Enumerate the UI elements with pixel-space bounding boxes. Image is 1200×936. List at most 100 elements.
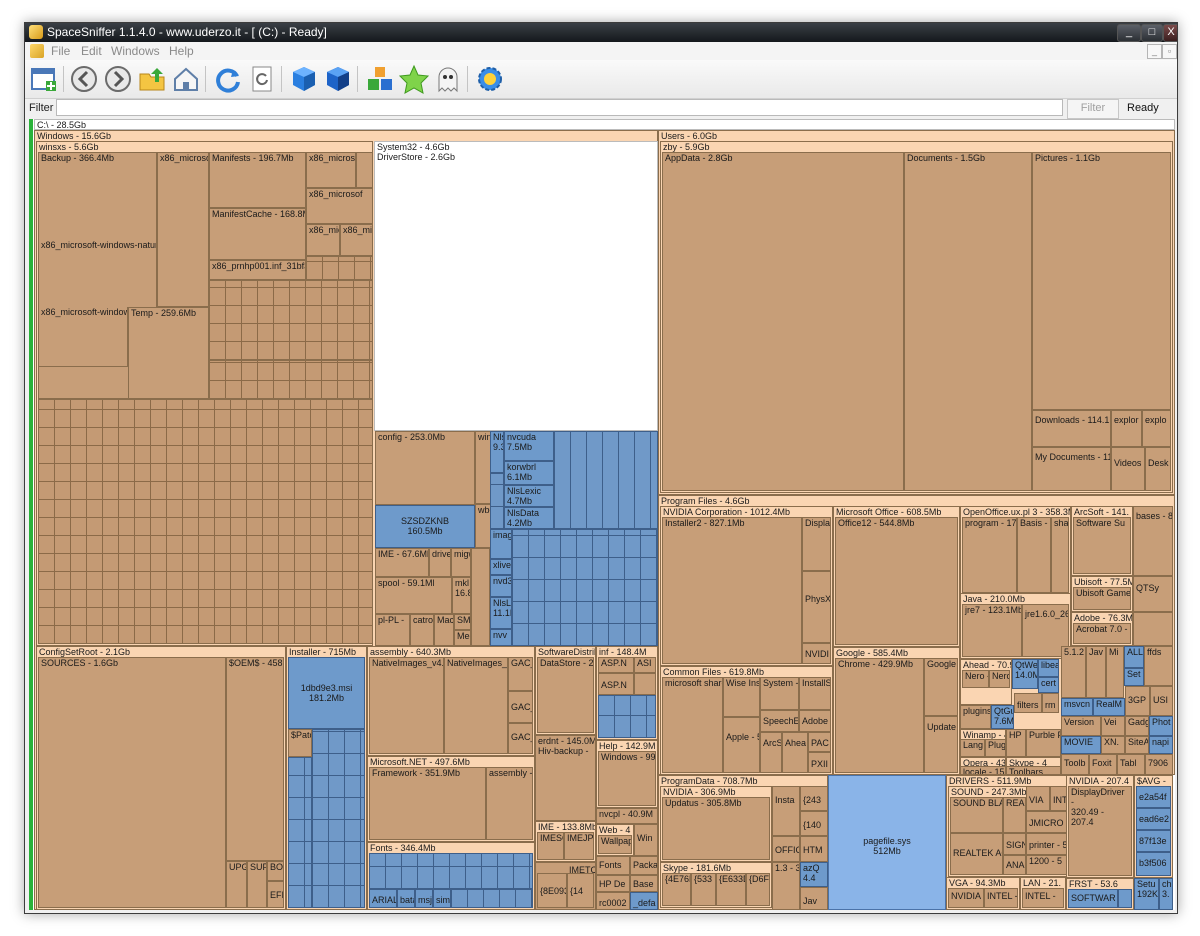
treemap-folder-microsoft-shared[interactable]: microsoft share	[662, 677, 723, 773]
treemap-folder-installer-pd[interactable]: Insta	[772, 786, 800, 836]
treemap-folder-1-3[interactable]: 1.3 - 3	[772, 862, 800, 910]
treemap-folder-ahead-common[interactable]: Ahea	[782, 732, 808, 773]
cube-icon[interactable]	[289, 64, 319, 94]
treemap-folder-jre7[interactable]: jre7 - 123.1Mb	[962, 604, 1022, 657]
treemap-folder-vga-nvidia[interactable]: NVIDIA -	[948, 888, 984, 908]
treemap-file-sims[interactable]: sims	[433, 889, 451, 908]
treemap-file-korwbrkr[interactable]: korwbrl 6.1Mb	[504, 461, 554, 485]
treemap-folder-gac[interactable]: GAC_	[508, 691, 533, 723]
minimize-button[interactable]: _	[1117, 24, 1141, 42]
treemap-folder-wise-installation[interactable]: Wise Inst	[723, 677, 760, 717]
treemap-file-nvv[interactable]: nvv	[490, 629, 512, 646]
treemap-folder-inf-misc[interactable]	[634, 673, 656, 695]
treemap-folder-datastore[interactable]: DataStore - 219.	[537, 657, 594, 733]
refresh-icon[interactable]	[213, 64, 243, 94]
treemap-folder-3gp[interactable]: 3GP	[1125, 686, 1150, 716]
treemap-folder-manifestcache[interactable]: ManifestCache - 168.8MI	[209, 208, 306, 260]
treemap-file-photo[interactable]: Phot	[1149, 716, 1173, 736]
treemap-folder-qtsystem[interactable]: QTSy	[1133, 576, 1173, 612]
treemap-folder-framework[interactable]: Framework - 351.9Mb	[369, 767, 486, 840]
treemap-folder-system32[interactable]: System32 - 4.6Gb DriverStore - 2.6Gb	[374, 141, 658, 431]
treemap-folder-7906[interactable]: 7906	[1145, 754, 1173, 775]
treemap-folder-java-pd[interactable]: Jav	[800, 887, 828, 910]
treemap-folder-pxii[interactable]: PXII	[808, 752, 831, 773]
treemap-file-nvcuda[interactable]: nvcuda 7.5Mb	[504, 431, 554, 461]
treemap-folder-my-documents[interactable]: My Documents - 11	[1032, 447, 1111, 491]
treemap-folder-lan-intel[interactable]: INTEL -	[1022, 888, 1064, 908]
treemap-folder-ubisoft-game-launcher[interactable]: Ubisoft Game L	[1073, 587, 1131, 610]
treemap-file-qtwebkit[interactable]: QtWe 14.0M	[1012, 659, 1038, 689]
treemap-folder-acrobat[interactable]: Acrobat 7.0 - 7	[1073, 623, 1131, 644]
treemap-folder-fonts-2[interactable]: Fonts	[596, 856, 630, 875]
treemap-folder-documents[interactable]: Documents - 1.5Gb	[904, 152, 1032, 491]
treemap-file-software-hive[interactable]: SOFTWAR	[1068, 889, 1118, 908]
treemap-folder-ime[interactable]: IME - 67.6Mb	[375, 548, 429, 577]
treemap-folder-analog[interactable]: ANAI	[1003, 855, 1026, 875]
treemap-file-group[interactable]	[490, 473, 504, 529]
treemap-file-szsdzknb[interactable]: SZSDZKNB 160.5Mb	[375, 505, 475, 548]
treemap-file-group[interactable]	[598, 695, 656, 738]
treemap-file-group[interactable]	[38, 399, 373, 644]
treemap-file-explorer-1[interactable]: explor	[1111, 410, 1142, 447]
treemap-file-msjh[interactable]: msjh	[415, 889, 433, 908]
treemap-folder-plugins[interactable]: plugins	[960, 705, 991, 729]
treemap-view[interactable]: C:\ - 28.5Gb Windows - 15.6Gb winsxs - 5…	[29, 119, 1175, 910]
treemap-file-azq[interactable]: azQ 4.4	[800, 862, 828, 887]
menu-edit[interactable]: Edit	[81, 44, 102, 58]
treemap-folder-siteadvisor[interactable]: SiteA	[1125, 736, 1149, 754]
treemap-folder-installer2[interactable]: Installer2 - 827.1Mb	[662, 517, 802, 664]
treemap-file-x86-microsof-2[interactable]: x86_microsof	[306, 188, 373, 224]
treemap-file-cert[interactable]: cert	[1038, 677, 1059, 693]
treemap-folder-misc-pf[interactable]	[1133, 612, 1173, 646]
treemap-file-group[interactable]	[312, 729, 365, 908]
treemap-folder-wallpaper[interactable]: Wallpap	[598, 835, 632, 854]
treemap-file-guid-8e[interactable]: {8E09326D	[537, 873, 567, 908]
back-icon[interactable]	[69, 64, 99, 94]
treemap-folder-realtek-ac[interactable]: REALTEK AC	[950, 833, 1003, 875]
treemap-file-movie[interactable]: MOVIE	[1061, 736, 1101, 754]
treemap-folder-google-sub[interactable]: Google	[924, 658, 958, 716]
treemap-folder-sources[interactable]: SOURCES - 1.6Gb	[38, 657, 226, 908]
treemap-file-default[interactable]: _defa	[630, 892, 658, 910]
treemap-folder-chrome[interactable]: Chrome - 429.9Mb	[835, 658, 924, 773]
treemap-folder-misc[interactable]	[471, 548, 490, 646]
treemap-file-e2a54f[interactable]: e2a54f	[1136, 786, 1171, 808]
treemap-folder-winamp-lang[interactable]: Lang	[960, 739, 985, 757]
treemap-file-b3f506[interactable]: b3f506	[1136, 852, 1171, 876]
treemap-file-libeay[interactable]: libea	[1038, 659, 1059, 677]
treemap-folder-adobe-common[interactable]: Adobe	[799, 710, 831, 732]
treemap-file-group[interactable]	[306, 256, 373, 280]
treemap-folder-migwiz[interactable]: migw	[451, 548, 471, 577]
treemap-folder-ffdshow[interactable]: ffds	[1144, 646, 1173, 686]
treemap-folder-gac-2[interactable]: GAC_	[508, 723, 533, 754]
treemap-folder-efi[interactable]: EFI	[267, 881, 284, 908]
treemap-folder-suf[interactable]: SUF	[247, 861, 267, 908]
treemap-file-x86-microsoft-windows[interactable]: x86_microsoft-windows	[38, 307, 128, 367]
treemap-file-87f13e[interactable]: 87f13e	[1136, 830, 1171, 852]
ghost-icon[interactable]	[433, 64, 463, 94]
folder-up-icon[interactable]	[137, 64, 167, 94]
treemap-file-nlsdata-2[interactable]: NlsData 4.2Mb	[504, 507, 554, 529]
close-button[interactable]: X	[1163, 24, 1177, 42]
treemap-folder-office12[interactable]: Office12 - 544.8Mb	[835, 517, 958, 645]
treemap-folder-patch-cache[interactable]: $Patc	[288, 729, 312, 757]
treemap-folder-apple[interactable]: Apple - 5	[723, 717, 760, 773]
treemap-folder-system[interactable]: System -	[760, 677, 799, 710]
treemap-folder-rm[interactable]: rm -	[1042, 693, 1059, 713]
treemap-folder-tablet[interactable]: Tabl	[1117, 754, 1145, 775]
treemap-folder-guid-243[interactable]: {243	[800, 786, 828, 811]
treemap-file-x86-microsoft[interactable]: x86_microsoft	[157, 152, 209, 307]
treemap-file-nlsdata[interactable]: NlsD 9.3M	[490, 431, 504, 473]
treemap-folder-manifests[interactable]: Manifests - 196.7Mb	[209, 152, 306, 208]
treemap-folder-erdnt[interactable]: erdnt - 145.0M Hiv-backup -	[535, 735, 596, 821]
treemap-file-ch[interactable]: ch 3.	[1159, 878, 1173, 910]
treemap-folder-sigmatel[interactable]: SIGN	[1003, 833, 1026, 855]
treemap-folder-guid-4e76[interactable]: {4E76FF	[662, 873, 691, 906]
treemap-folder-version[interactable]: Version	[1061, 716, 1101, 736]
tree-cubes-icon[interactable]	[365, 64, 395, 94]
treemap-folder-sound-blaster[interactable]: SOUND BLA	[950, 797, 1003, 833]
treemap-folder-rc0002[interactable]: rc0002	[596, 892, 630, 910]
cube-dark-icon[interactable]	[323, 64, 353, 94]
treemap-folder-bases[interactable]: bases - 8	[1133, 506, 1173, 576]
menu-file[interactable]: File	[51, 44, 70, 58]
